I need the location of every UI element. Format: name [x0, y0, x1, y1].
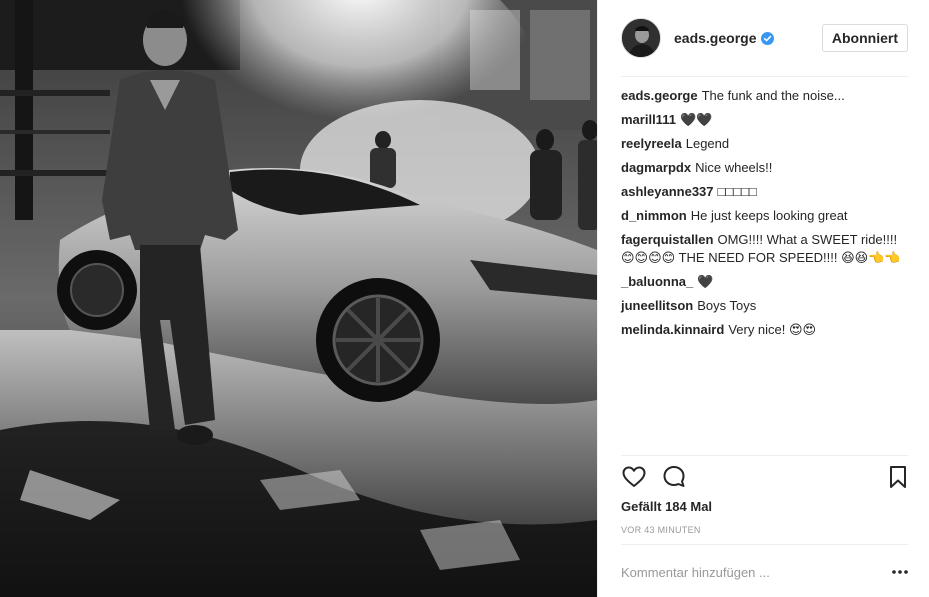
comment-username[interactable]: juneellitson	[621, 298, 693, 313]
comment-text: 🖤🖤	[679, 112, 713, 127]
comment-username[interactable]: ashleyanne337	[621, 184, 714, 199]
following-button[interactable]: Abonniert	[821, 24, 908, 52]
action-bar	[621, 464, 911, 492]
comment-text: Very nice! 😍😍	[728, 322, 817, 337]
bookmark-icon[interactable]	[885, 464, 911, 490]
add-comment-input[interactable]	[621, 562, 871, 582]
comment-icon[interactable]	[661, 464, 687, 490]
post-photo[interactable]	[0, 0, 597, 597]
list-item: melinda.kinnaird Very nice! 😍😍	[621, 321, 911, 339]
likes-count[interactable]: Gefällt 184 Mal	[621, 499, 712, 514]
actions-divider	[621, 455, 908, 456]
comment-username[interactable]: fagerquistallen	[621, 232, 713, 247]
comments-list: eads.george The funk and the noise... mar…	[621, 87, 911, 345]
post-timestamp[interactable]: VOR 43 MINUTEN	[621, 525, 701, 535]
comment-text: 🖤	[697, 274, 714, 289]
post-author-username[interactable]: eads.george	[674, 30, 756, 46]
post-header: eads.george Abonniert	[621, 17, 908, 59]
post-details-panel: eads.george Abonniert eads.george The fun…	[597, 0, 929, 597]
comment-text: Boys Toys	[697, 298, 757, 313]
comment-username[interactable]: d_nimmon	[621, 208, 687, 223]
comment-username[interactable]: melinda.kinnaird	[621, 322, 724, 337]
list-item: d_nimmon He just keeps looking great	[621, 207, 911, 225]
comment-username[interactable]: _baluonna_	[621, 274, 693, 289]
more-options-icon[interactable]	[890, 565, 910, 579]
comment-text: Nice wheels!!	[695, 160, 773, 175]
header-divider	[621, 76, 908, 77]
post-photo-image	[0, 0, 597, 597]
caption: eads.george The funk and the noise...	[621, 87, 911, 105]
avatar[interactable]	[621, 18, 661, 58]
list-item: ashleyanne337 □□□□□	[621, 183, 911, 201]
instagram-post-window: eads.george Abonniert eads.george The fun…	[0, 0, 929, 597]
avatar-image	[622, 19, 660, 57]
comment-text: Legend	[685, 136, 730, 151]
comment-divider	[621, 544, 908, 545]
comment-username[interactable]: marill111	[621, 112, 676, 127]
list-item: fagerquistallen OMG!!!! What a SWEET ride…	[621, 231, 911, 267]
comment-text: He just keeps looking great	[690, 208, 848, 223]
list-item: juneellitson Boys Toys	[621, 297, 911, 315]
list-item: reelyreela Legend	[621, 135, 911, 153]
list-item: dagmarpdx Nice wheels!!	[621, 159, 911, 177]
verified-badge-icon	[761, 31, 775, 45]
comment-username[interactable]: reelyreela	[621, 136, 682, 151]
comment-text: □□□□□	[717, 184, 757, 199]
list-item: _baluonna_ 🖤	[621, 273, 911, 291]
heart-icon[interactable]	[621, 464, 647, 490]
comment-username[interactable]: eads.george	[621, 88, 698, 103]
comment-text: The funk and the noise...	[701, 88, 845, 103]
list-item: marill111 🖤🖤	[621, 111, 911, 129]
comment-username[interactable]: dagmarpdx	[621, 160, 691, 175]
